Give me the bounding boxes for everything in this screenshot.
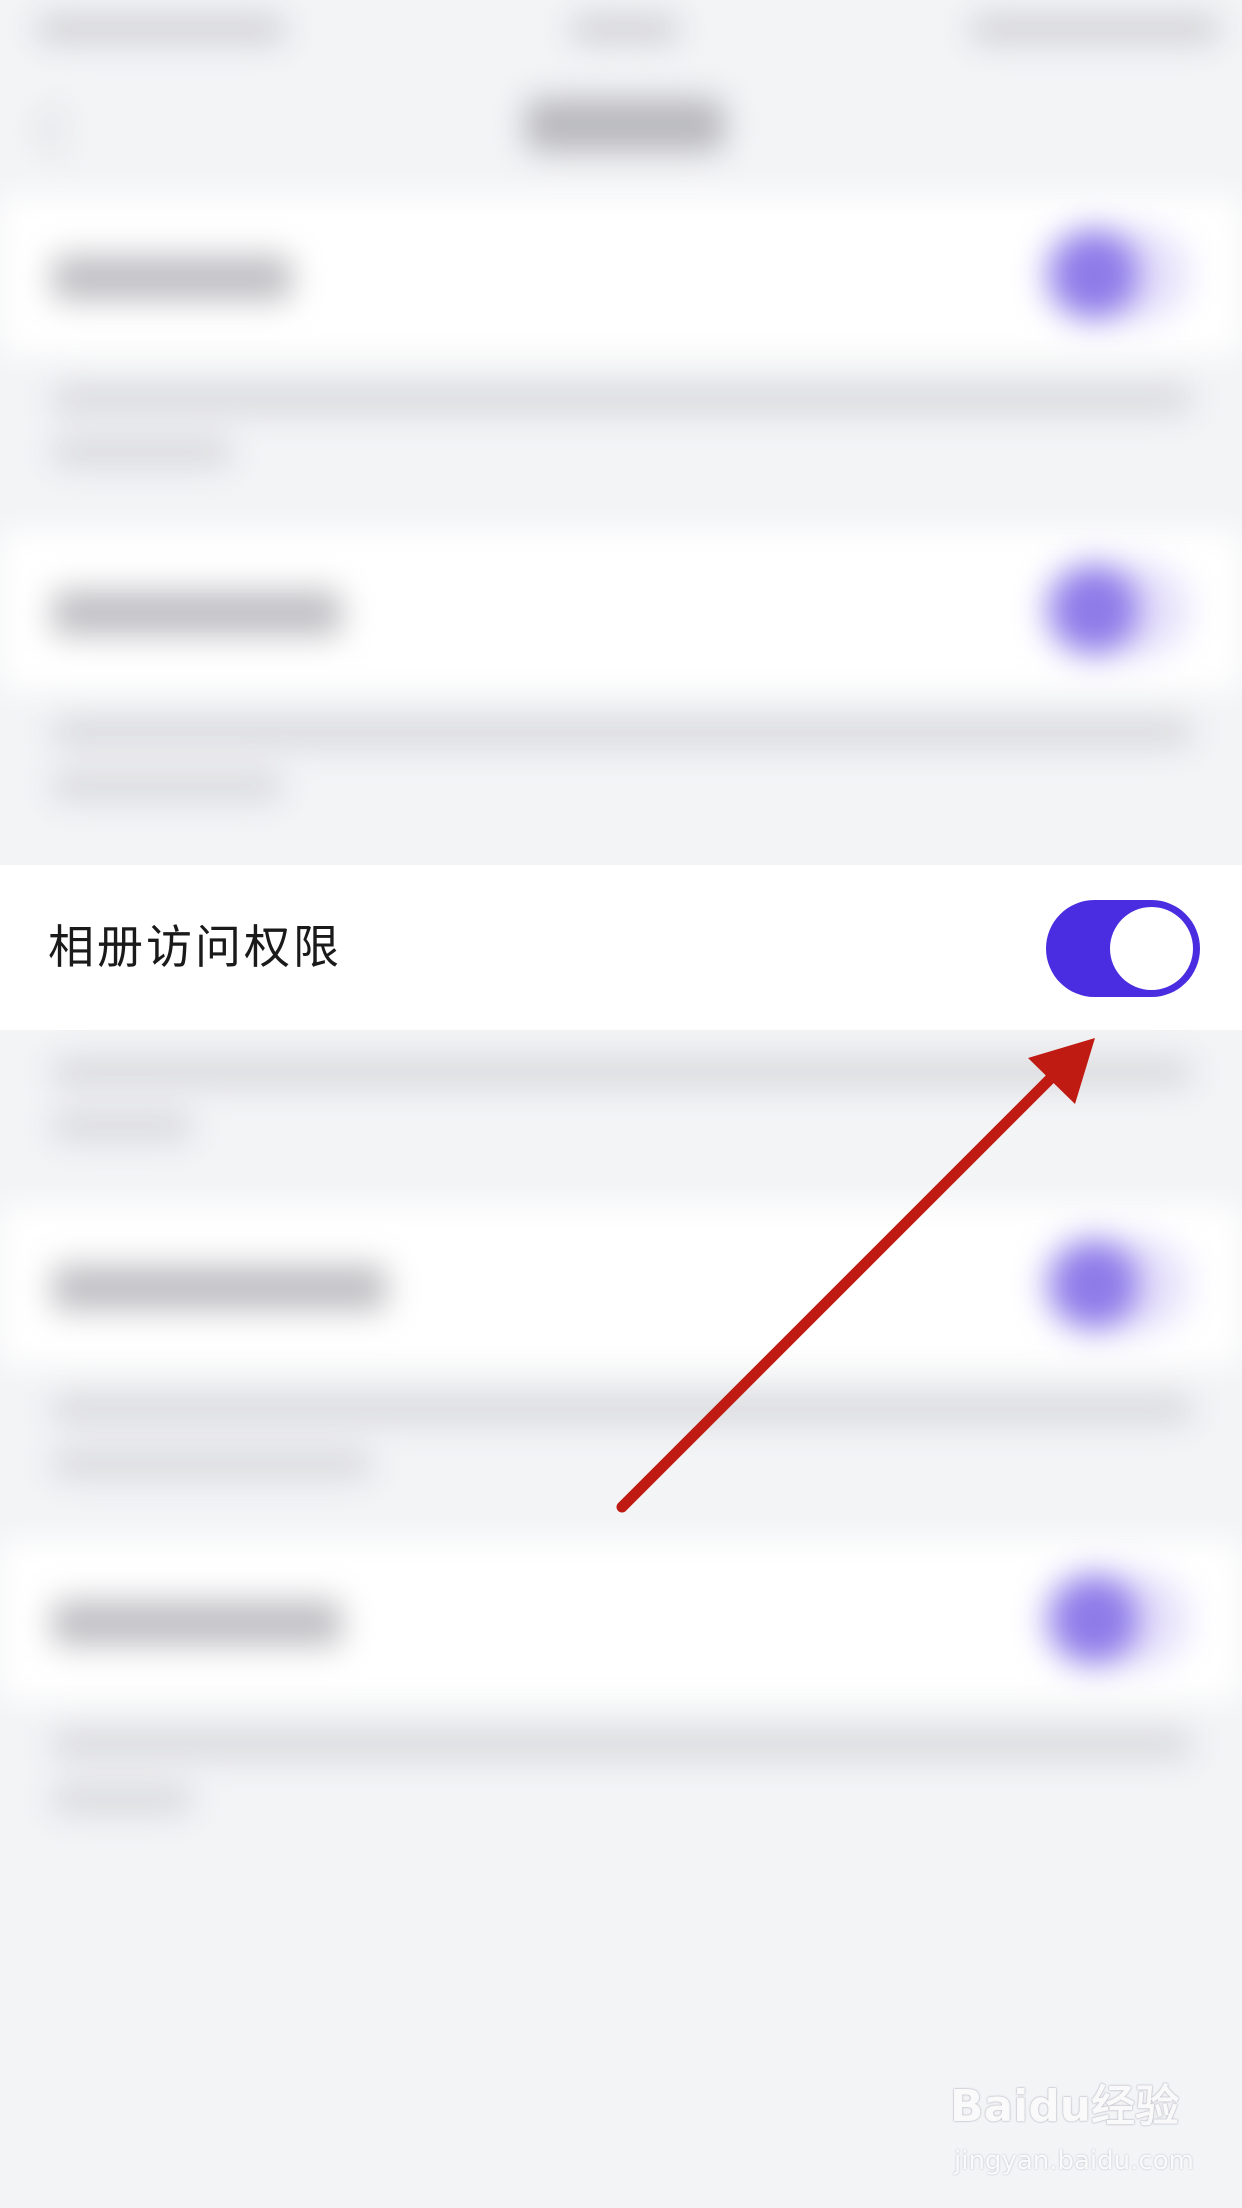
arrow-annotation-icon bbox=[616, 1038, 1095, 1513]
watermark: Baidu经验 jingyan.baidu.com bbox=[950, 2070, 1194, 2180]
watermark-logo: Baidu经验 bbox=[950, 2081, 1180, 2132]
arrow-shaft bbox=[616, 1061, 1068, 1513]
watermark-url: jingyan.baidu.com bbox=[954, 2146, 1194, 2176]
